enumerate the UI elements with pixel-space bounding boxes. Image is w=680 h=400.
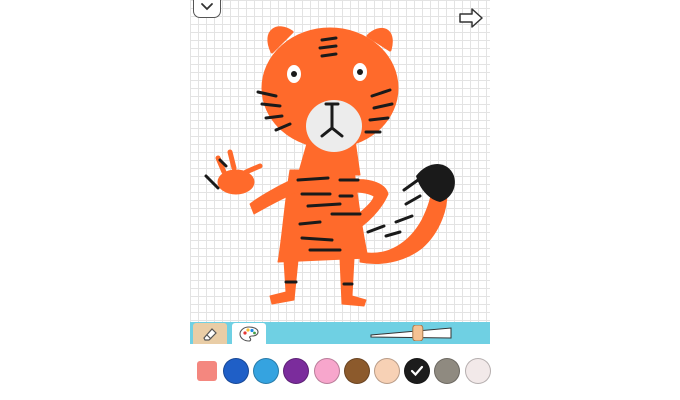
share-arrow-icon — [459, 8, 483, 28]
color-swatch-row — [197, 358, 497, 386]
tool-bar — [190, 322, 490, 344]
collapse-button[interactable] — [193, 0, 221, 18]
eraser-icon — [203, 327, 217, 341]
brush-size-thumb[interactable] — [412, 324, 424, 342]
chevron-down-icon — [201, 3, 213, 11]
brush-size-track — [370, 324, 452, 342]
color-swatch[interactable] — [253, 358, 280, 384]
tiger-drawing — [204, 26, 455, 307]
color-swatch[interactable] — [313, 358, 340, 384]
eraser-tool-tab[interactable] — [193, 323, 227, 344]
palette-tool-tab[interactable] — [232, 323, 266, 344]
drawing-canvas[interactable] — [190, 0, 490, 322]
color-swatch[interactable] — [404, 358, 431, 384]
palette-icon — [239, 325, 259, 342]
color-swatch[interactable] — [223, 358, 249, 384]
color-swatch[interactable] — [283, 358, 310, 384]
check-icon — [411, 365, 424, 377]
color-swatch[interactable] — [343, 358, 370, 384]
custom-color-swatch[interactable] — [197, 361, 217, 381]
color-swatch[interactable] — [464, 358, 491, 384]
brush-size-slider[interactable] — [370, 324, 452, 342]
share-button[interactable] — [458, 8, 484, 28]
color-swatch[interactable] — [434, 358, 461, 384]
color-swatch[interactable] — [374, 358, 400, 384]
